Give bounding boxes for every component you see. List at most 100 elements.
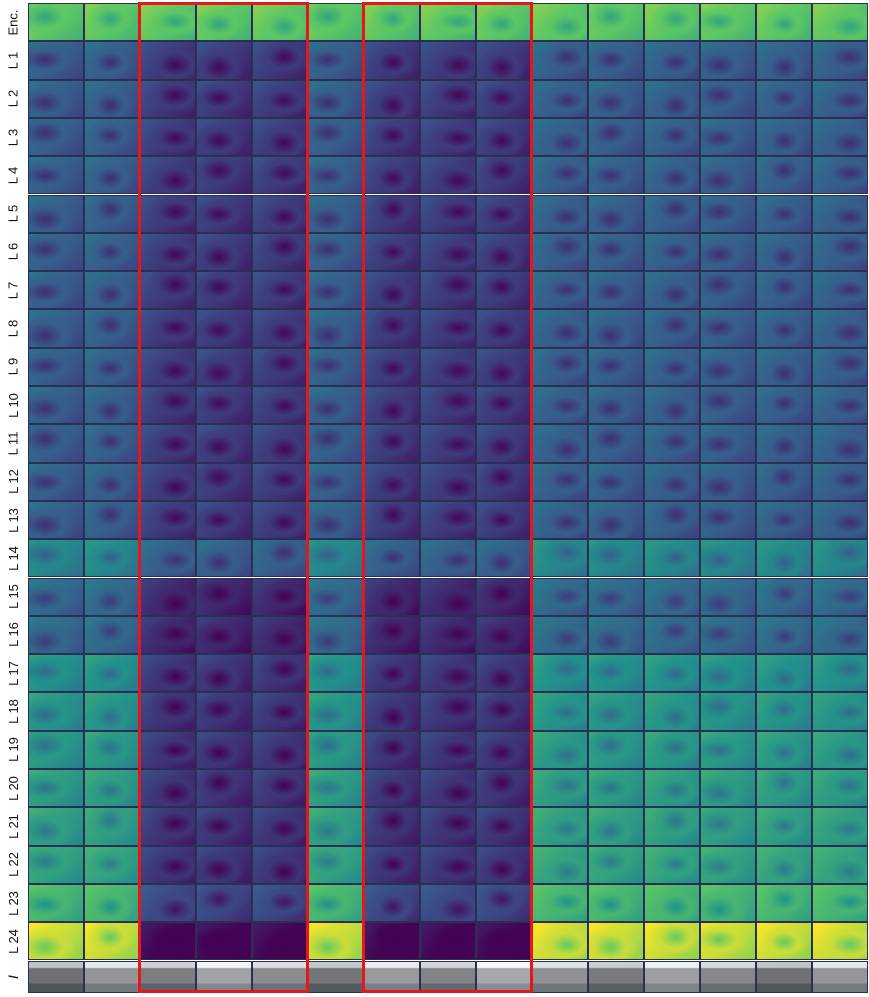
attention-map-cell [308,845,364,884]
attention-map-cell [140,462,196,501]
attention-map-cell [364,309,420,348]
attention-map-cell [756,117,812,157]
attention-map-cell [476,79,532,118]
attention-map-cell [84,769,140,808]
row-label: L 18 [5,699,21,724]
attention-map-cell [756,692,812,731]
attention-map-cell [28,692,84,731]
attention-map-cell [28,654,84,693]
attention-map-cell [252,539,308,578]
attention-map-cell [196,232,252,272]
attention-map-cell [812,807,868,846]
attention-map-cell [756,3,812,42]
attention-map-cell [252,730,308,769]
attention-map-cell [532,615,588,655]
attention-map-cell [28,539,84,578]
attention-map-cell [756,845,812,884]
attention-map-cell [196,769,252,808]
attention-map-cell [252,347,308,386]
attention-map-cell [644,3,700,42]
attention-map-cell [364,692,420,731]
attention-map-cell [84,156,140,195]
attention-map-cell [476,577,532,616]
attention-map-cell [252,883,308,923]
attention-map-cell [588,883,644,923]
attention-map-cell [308,309,364,348]
attention-map-cell [308,462,364,501]
attention-map-cell [700,807,756,846]
attention-map-cell [756,769,812,808]
attention-map-cell [420,424,476,463]
attention-map-cell [644,692,700,731]
attention-map-cell [476,386,532,425]
attention-map-cell [812,577,868,616]
input-image-thumbnail [644,960,700,993]
attention-map-cell [532,730,588,769]
row-label: L 3 [5,128,21,146]
input-image-thumbnail [364,960,420,993]
attention-map-cell [364,500,420,540]
attention-map-cell [420,309,476,348]
attention-map-cell [756,654,812,693]
attention-map-cell [756,500,812,540]
attention-map-cell [28,79,84,118]
attention-map-cell [140,692,196,731]
attention-map-cell [700,386,756,425]
input-image-thumbnail [196,960,252,993]
attention-map-cell [308,807,364,846]
attention-map-cell [532,424,588,463]
row-label: L 9 [5,358,21,376]
attention-map-cell [252,424,308,463]
attention-map-cell [476,922,532,961]
attention-map-cell [364,3,420,42]
attention-map-cell [644,769,700,808]
attention-map-cell [196,615,252,655]
attention-map-cell [364,41,420,80]
attention-map-cell [364,883,420,923]
attention-map-cell [644,654,700,693]
attention-map-cell [364,654,420,693]
attention-map-cell [252,615,308,655]
attention-map-cell [588,79,644,118]
attention-map-cell [588,3,644,42]
attention-map-cell [812,769,868,808]
attention-map-cell [84,462,140,501]
attention-map-cell [532,539,588,578]
attention-map-cell [84,883,140,923]
attention-map-cell [532,845,588,884]
attention-map-grid [28,3,868,995]
attention-map-cell [812,539,868,578]
attention-map-cell [588,347,644,386]
attention-map-cell [588,232,644,272]
attention-map-cell [532,271,588,310]
attention-map-cell [252,500,308,540]
attention-map-cell [140,194,196,233]
attention-map-cell [28,271,84,310]
row-label: L 20 [5,775,21,801]
attention-map-cell [140,347,196,386]
attention-map-cell [364,615,420,655]
attention-map-cell [28,462,84,501]
attention-map-cell [812,232,868,272]
attention-map-cell [420,845,476,884]
attention-map-cell [756,347,812,386]
input-image-thumbnail [420,960,476,993]
row-label: L 4 [5,166,21,185]
attention-map-cell [588,309,644,348]
attention-map-cell [644,462,700,501]
row-label: L 11 [5,431,21,456]
attention-map-cell [476,730,532,769]
attention-map-cell [476,500,532,540]
attention-map-cell [420,3,476,42]
attention-map-cell [420,500,476,540]
row-label: I [4,974,21,979]
attention-map-cell [644,79,700,118]
attention-map-cell [308,577,364,616]
attention-map-cell [588,922,644,961]
attention-map-cell [644,539,700,578]
attention-map-cell [700,577,756,616]
row-label: L 8 [5,319,21,338]
attention-map-cell [196,654,252,693]
attention-map-cell [700,883,756,923]
attention-map-cell [644,807,700,846]
